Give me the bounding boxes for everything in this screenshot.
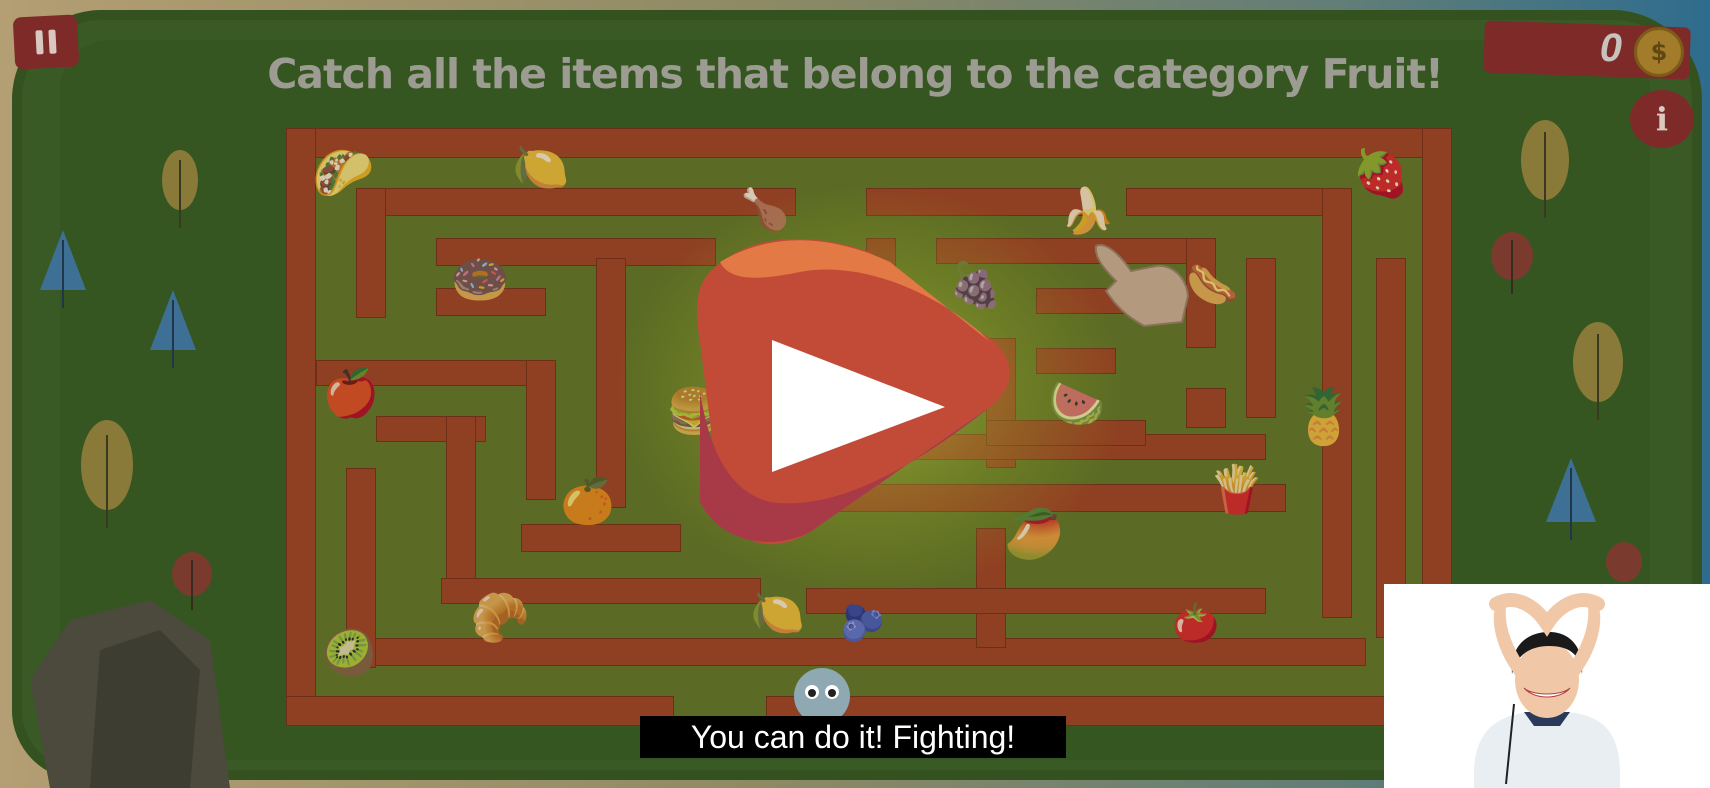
tree-icon: [1573, 322, 1623, 420]
maze-wall: [1186, 388, 1226, 428]
tree-icon: [1521, 120, 1569, 218]
presenter-avatar: [1474, 593, 1620, 788]
tomato-item: 🍅: [1172, 601, 1220, 645]
pause-button[interactable]: [12, 14, 80, 70]
tree-icon: [40, 230, 86, 308]
coin-icon: $: [1634, 27, 1684, 77]
score-value: 0: [1599, 26, 1622, 70]
pomegranate-item: 🍎: [322, 366, 380, 420]
maze-wall: [286, 128, 1452, 158]
tree-icon: [162, 150, 198, 228]
play-button[interactable]: [690, 232, 1020, 562]
donut-item: 🍩: [450, 252, 510, 308]
player-character: [794, 668, 850, 722]
webcam-overlay: [1384, 584, 1710, 788]
info-button[interactable]: i: [1630, 90, 1694, 148]
orange-item: 🍊: [560, 476, 615, 527]
instruction-title: Catch all the items that belong to the c…: [267, 50, 1444, 98]
tree-icon: [150, 290, 196, 368]
banana-item: 🍌: [1060, 186, 1115, 237]
tree-icon: [1606, 542, 1642, 582]
pineapple-item: 🍍: [1290, 385, 1358, 448]
strawberry-item: 🍓: [1352, 146, 1410, 200]
maze-wall: [1126, 188, 1346, 216]
game-stage: Catch all the items that belong to the c…: [0, 0, 1710, 788]
maze-wall: [521, 524, 681, 552]
rock-decoration: [30, 600, 230, 788]
maze-wall: [526, 360, 556, 500]
pause-icon: [35, 30, 44, 55]
taco-item: 🌮: [312, 144, 375, 202]
maze-wall: [446, 416, 476, 586]
croissant-item: 🥐: [470, 590, 530, 646]
maze-wall: [1376, 258, 1406, 638]
pause-icon-bar: [48, 29, 57, 54]
kiwi-item: 🥝: [322, 628, 377, 679]
subtitle-caption: You can do it! Fighting!: [640, 716, 1066, 758]
maze-wall: [1246, 258, 1276, 418]
french-fries-item: 🍟: [1208, 462, 1266, 516]
lemon-slice-item: 🍋: [750, 588, 805, 639]
grapes-item: 🫐: [840, 603, 885, 644]
lemon-item: 🍋: [512, 140, 570, 194]
tree-icon: [1546, 458, 1596, 540]
maze-wall: [286, 696, 674, 726]
tree-icon: [1491, 232, 1533, 294]
tree-icon: [81, 420, 133, 528]
maze-wall: [286, 128, 316, 698]
maze-wall: [356, 188, 386, 318]
